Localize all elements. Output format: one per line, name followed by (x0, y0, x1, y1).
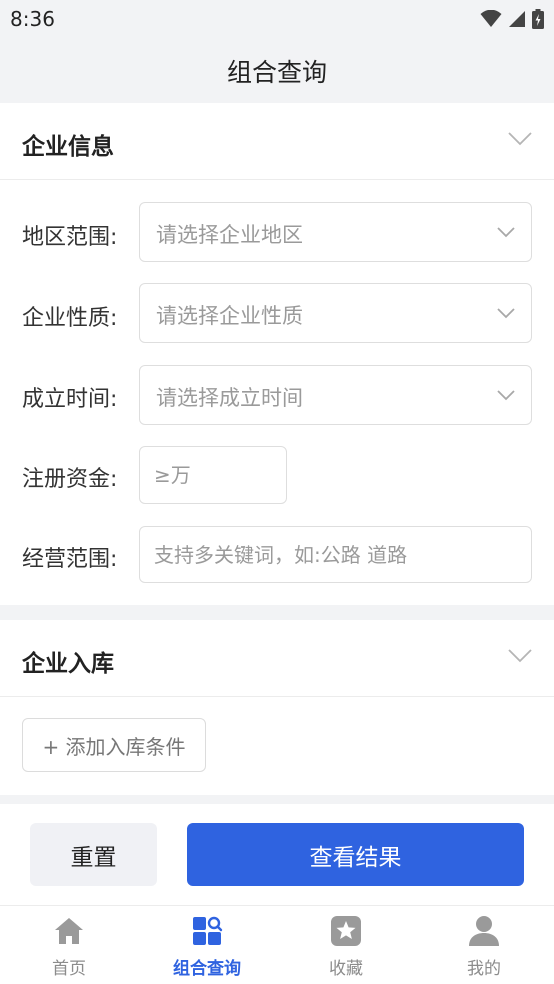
chevron-down-icon (497, 227, 515, 238)
cellular-signal-icon (509, 11, 525, 27)
region-select-placeholder: 请选择企业地区 (156, 223, 303, 247)
founded-select[interactable]: 请选择成立时间 (139, 365, 532, 425)
nav-bar: 组合查询 (0, 38, 554, 103)
user-profile-icon (469, 916, 499, 946)
wifi-icon (480, 10, 502, 27)
scope-input-box (139, 526, 532, 583)
home-icon (55, 918, 83, 944)
add-storage-condition-button[interactable]: + 添加入库条件 (22, 718, 206, 772)
enterprise-info-card: 企业信息 地区范围: 请选择企业地区 企业性质: 请选择企业性质 成立时间: 请… (0, 103, 554, 605)
nature-select[interactable]: 请选择企业性质 (139, 283, 532, 343)
favorites-star-icon (331, 916, 361, 946)
region-select[interactable]: 请选择企业地区 (139, 202, 532, 262)
bottom-tab-bar: 首页 组合查询 收藏 我的 (0, 905, 554, 984)
page-title: 组合查询 (226, 57, 327, 87)
founded-select-placeholder: 请选择成立时间 (156, 386, 303, 410)
tab-home-label: 首页 (52, 959, 86, 979)
nature-label: 企业性质: (22, 306, 118, 331)
status-icons (480, 8, 544, 30)
scope-label: 经营范围: (22, 547, 118, 572)
enterprise-info-title: 企业信息 (22, 134, 114, 160)
scope-input[interactable] (140, 527, 531, 582)
chevron-down-icon[interactable] (508, 131, 532, 147)
nature-select-placeholder: 请选择企业性质 (156, 304, 303, 328)
founded-label: 成立时间: (22, 387, 118, 412)
reset-button[interactable]: 重置 (30, 823, 157, 886)
combined-query-icon (193, 916, 223, 945)
enterprise-storage-title: 企业入库 (22, 651, 114, 677)
chevron-down-icon (497, 308, 515, 319)
enterprise-storage-card: 企业入库 + 添加入库条件 (0, 620, 554, 795)
status-bar: 8:36 (0, 0, 554, 38)
tab-mine-label: 我的 (467, 959, 501, 979)
tab-favorites-label: 收藏 (329, 959, 363, 979)
tab-home[interactable]: 首页 (14, 906, 124, 984)
battery-icon (532, 9, 544, 29)
tab-combined-query[interactable]: 组合查询 (152, 906, 262, 984)
enterprise-storage-header[interactable]: 企业入库 (0, 620, 554, 697)
tab-mine[interactable]: 我的 (429, 906, 539, 984)
tab-combined-query-label: 组合查询 (173, 959, 241, 979)
capital-label: 注册资金: (22, 467, 118, 492)
chevron-down-icon[interactable] (508, 648, 532, 664)
action-bar: 重置 查看结果 (0, 804, 554, 905)
status-time: 8:36 (10, 7, 55, 31)
enterprise-info-header[interactable]: 企业信息 (0, 103, 554, 180)
capital-input-box (139, 446, 287, 504)
tab-favorites[interactable]: 收藏 (291, 906, 401, 984)
chevron-down-icon (497, 390, 515, 401)
capital-input[interactable] (140, 447, 286, 503)
region-label: 地区范围: (22, 225, 118, 250)
view-results-button[interactable]: 查看结果 (187, 823, 524, 886)
